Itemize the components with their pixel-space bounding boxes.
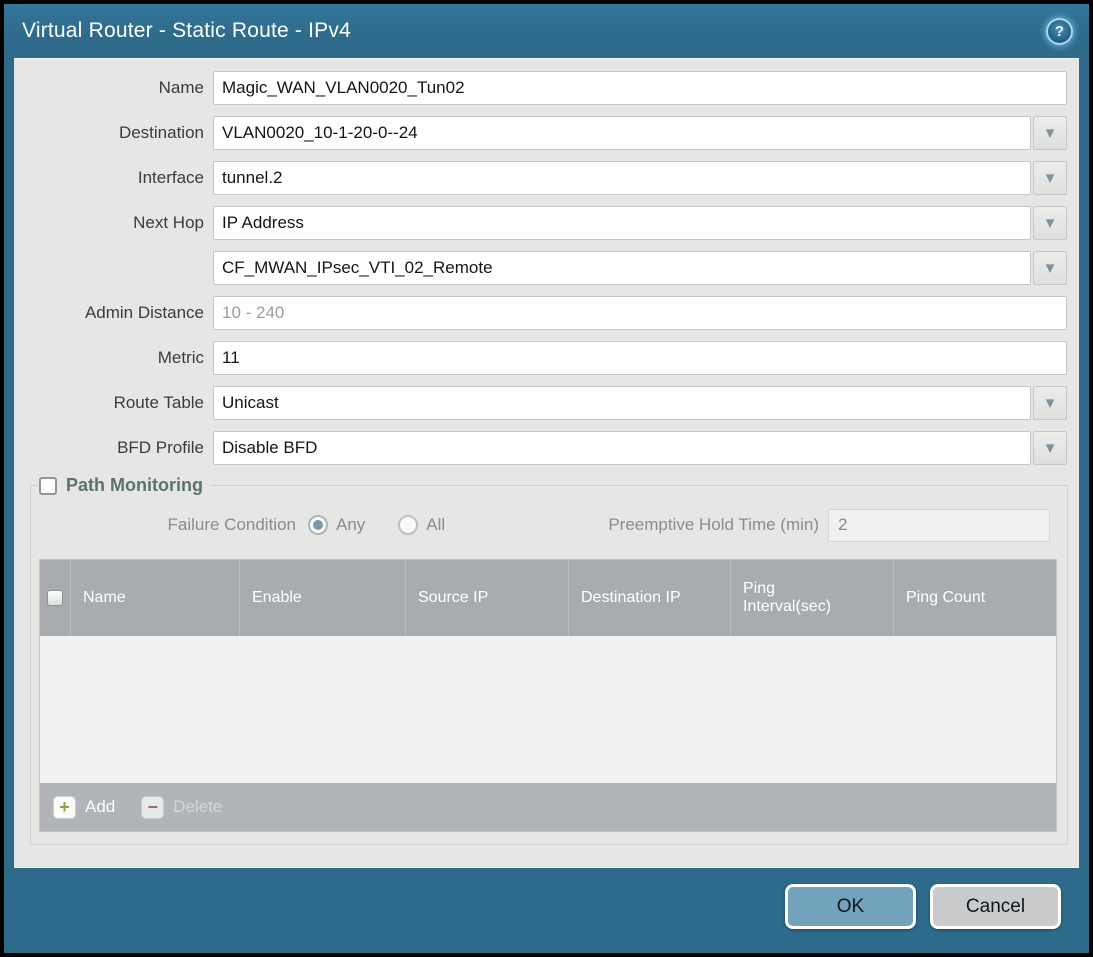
hold-time-group: Preemptive Hold Time (min) bbox=[608, 509, 1050, 542]
bfd-profile-field-wrap: ▼ bbox=[213, 431, 1067, 465]
destination-input[interactable] bbox=[213, 116, 1031, 150]
cancel-button[interactable]: Cancel bbox=[930, 884, 1061, 929]
destination-field-wrap: ▼ bbox=[213, 116, 1067, 150]
chevron-down-icon: ▼ bbox=[1043, 126, 1058, 141]
route-form: Name Destination ▼ Interface ▼ Next Hop bbox=[14, 59, 1079, 465]
chevron-down-icon: ▼ bbox=[1043, 396, 1058, 411]
next-hop-address-field-wrap: ▼ bbox=[213, 251, 1067, 285]
chevron-down-icon: ▼ bbox=[1043, 171, 1058, 186]
destination-label: Destination bbox=[14, 116, 213, 150]
hold-time-label: Preemptive Hold Time (min) bbox=[608, 515, 819, 535]
minus-icon: − bbox=[141, 796, 164, 819]
interface-input[interactable] bbox=[213, 161, 1031, 195]
plus-icon: + bbox=[53, 796, 76, 819]
col-header-ping-interval: Ping Interval(sec) bbox=[730, 560, 893, 636]
delete-button-label: Delete bbox=[173, 797, 222, 817]
route-table-label: Route Table bbox=[14, 386, 213, 420]
next-hop-label: Next Hop bbox=[14, 206, 213, 240]
name-input[interactable] bbox=[213, 71, 1067, 105]
failure-condition-row: Failure Condition Any All Preemptive Hol… bbox=[38, 508, 1057, 542]
bfd-profile-input[interactable] bbox=[213, 431, 1031, 465]
select-all-cell bbox=[40, 560, 70, 636]
chevron-down-icon: ▼ bbox=[1043, 441, 1058, 456]
hold-time-input bbox=[828, 509, 1050, 542]
col-header-source-ip: Source IP bbox=[405, 560, 568, 636]
dialog-title: Virtual Router - Static Route - IPv4 bbox=[22, 19, 351, 43]
table-body-empty bbox=[40, 636, 1056, 783]
col-header-destination-ip: Destination IP bbox=[568, 560, 730, 636]
next-hop-type-dropdown-button[interactable]: ▼ bbox=[1033, 206, 1067, 240]
next-hop-address-input[interactable] bbox=[213, 251, 1031, 285]
metric-field-wrap bbox=[213, 341, 1067, 375]
col-header-enable: Enable bbox=[239, 560, 405, 636]
titlebar: Virtual Router - Static Route - IPv4 ? bbox=[4, 4, 1089, 58]
radio-all-label: All bbox=[426, 515, 445, 535]
chevron-down-icon: ▼ bbox=[1043, 216, 1058, 231]
next-hop-address-dropdown-button[interactable]: ▼ bbox=[1033, 251, 1067, 285]
admin-distance-label: Admin Distance bbox=[14, 296, 213, 330]
route-table-input[interactable] bbox=[213, 386, 1031, 420]
bfd-profile-dropdown-button[interactable]: ▼ bbox=[1033, 431, 1067, 465]
route-table-field-wrap: ▼ bbox=[213, 386, 1067, 420]
failure-condition-label: Failure Condition bbox=[38, 515, 296, 535]
interface-dropdown-button[interactable]: ▼ bbox=[1033, 161, 1067, 195]
next-hop-address-label bbox=[14, 251, 213, 285]
chevron-down-icon: ▼ bbox=[1043, 261, 1058, 276]
question-mark-icon: ? bbox=[1055, 23, 1064, 40]
interface-label: Interface bbox=[14, 161, 213, 195]
radio-button-icon bbox=[398, 515, 418, 535]
path-monitoring-table: Name Enable Source IP Destination IP Pin… bbox=[39, 559, 1057, 832]
static-route-dialog: Virtual Router - Static Route - IPv4 ? N… bbox=[0, 0, 1093, 957]
path-monitoring-legend: Path Monitoring bbox=[38, 475, 210, 496]
table-toolbar: + Add − Delete bbox=[40, 783, 1056, 831]
add-button-label: Add bbox=[85, 797, 115, 817]
radio-any-label: Any bbox=[336, 515, 365, 535]
add-button[interactable]: + Add bbox=[53, 796, 115, 819]
delete-button: − Delete bbox=[141, 796, 222, 819]
dialog-content: Name Destination ▼ Interface ▼ Next Hop bbox=[14, 58, 1079, 868]
path-monitoring-title: Path Monitoring bbox=[66, 475, 203, 496]
next-hop-type-field-wrap: ▼ bbox=[213, 206, 1067, 240]
interface-field-wrap: ▼ bbox=[213, 161, 1067, 195]
metric-input[interactable] bbox=[213, 341, 1067, 375]
name-field-wrap bbox=[213, 71, 1067, 105]
admin-distance-input[interactable] bbox=[213, 296, 1067, 330]
dialog-footer: OK Cancel bbox=[4, 868, 1089, 953]
admin-distance-field-wrap bbox=[213, 296, 1067, 330]
help-icon[interactable]: ? bbox=[1046, 18, 1073, 45]
radio-any: Any bbox=[308, 515, 365, 535]
next-hop-type-input[interactable] bbox=[213, 206, 1031, 240]
path-monitoring-section: Path Monitoring Failure Condition Any Al… bbox=[30, 475, 1068, 845]
destination-dropdown-button[interactable]: ▼ bbox=[1033, 116, 1067, 150]
table-header: Name Enable Source IP Destination IP Pin… bbox=[40, 560, 1056, 636]
bfd-profile-label: BFD Profile bbox=[14, 431, 213, 465]
select-all-checkbox[interactable] bbox=[47, 590, 63, 606]
radio-all: All bbox=[398, 515, 445, 535]
route-table-dropdown-button[interactable]: ▼ bbox=[1033, 386, 1067, 420]
metric-label: Metric bbox=[14, 341, 213, 375]
ok-button[interactable]: OK bbox=[785, 884, 916, 929]
col-header-name: Name bbox=[70, 560, 239, 636]
radio-button-icon bbox=[308, 515, 328, 535]
path-monitoring-checkbox[interactable] bbox=[39, 477, 57, 495]
col-header-ping-count: Ping Count bbox=[893, 560, 1056, 636]
name-label: Name bbox=[14, 71, 213, 105]
